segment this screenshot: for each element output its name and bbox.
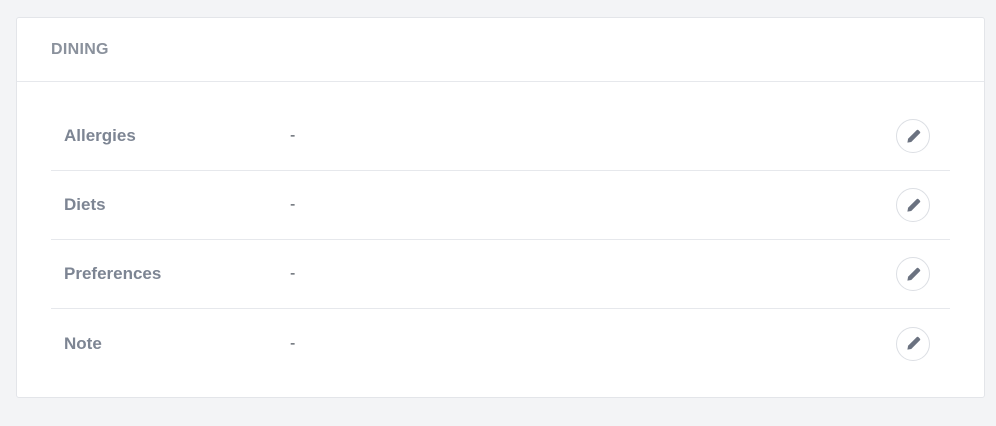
edit-diets-button[interactable] (896, 188, 930, 222)
field-value: - (290, 196, 296, 213)
section-title: DINING (51, 40, 109, 58)
pencil-icon (906, 129, 920, 143)
dining-card: DINING Allergies - Diets - Preferences - (16, 17, 985, 398)
field-value: - (290, 334, 296, 352)
pencil-icon (906, 336, 920, 350)
field-label: Allergies (64, 126, 136, 145)
field-value: - (290, 265, 296, 282)
pencil-icon (906, 198, 920, 212)
edit-note-button[interactable] (896, 326, 930, 361)
field-value: - (290, 127, 296, 144)
field-label: Note (64, 333, 102, 353)
field-row-diets: Diets - (51, 171, 950, 240)
field-row-note: Note - (51, 309, 950, 378)
edit-allergies-button[interactable] (896, 119, 930, 153)
field-label: Preferences (64, 264, 162, 283)
field-label: Diets (64, 195, 106, 214)
field-row-preferences: Preferences - (51, 240, 950, 309)
field-list: Allergies - Diets - Preferences - Note - (51, 102, 950, 378)
field-row-allergies: Allergies - (51, 102, 950, 171)
card-header: DINING (17, 18, 984, 82)
pencil-icon (906, 267, 920, 281)
edit-preferences-button[interactable] (896, 257, 930, 291)
